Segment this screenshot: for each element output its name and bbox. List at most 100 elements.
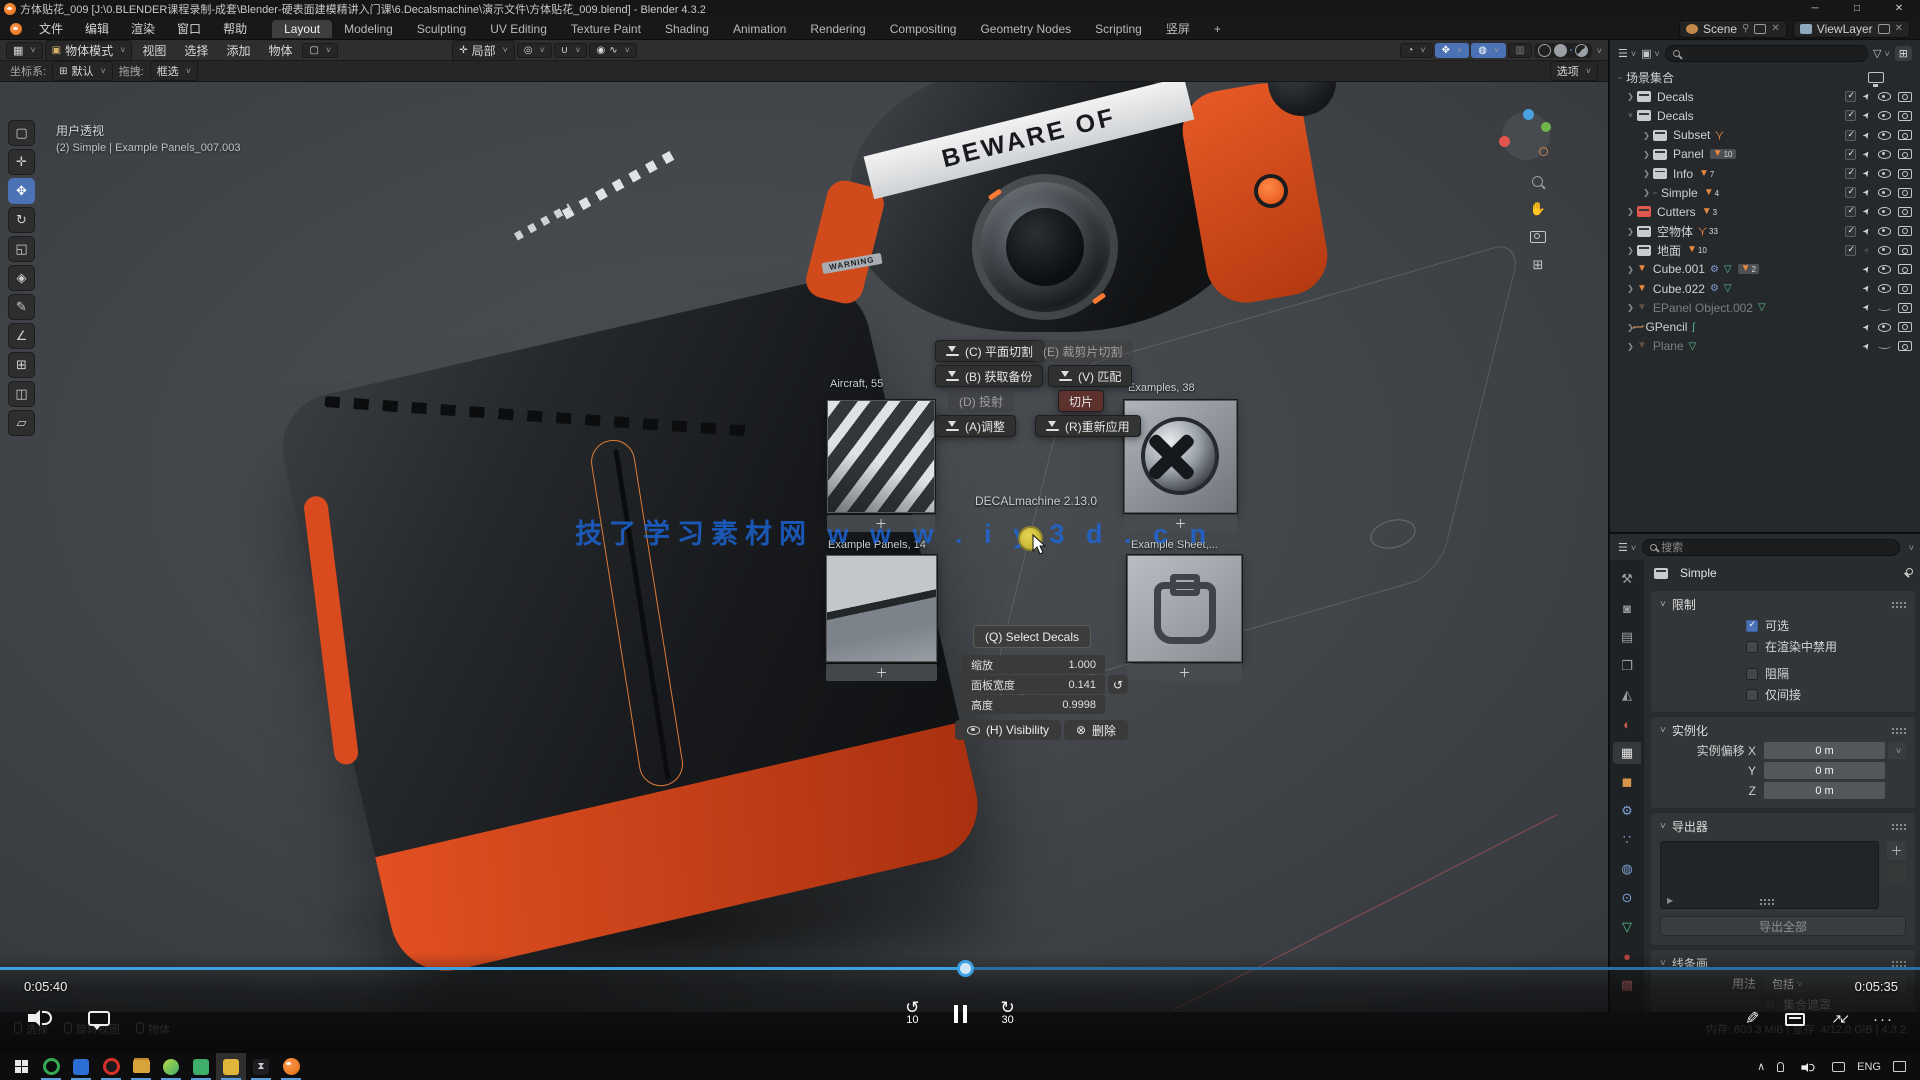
shading-material-preview-icon[interactable] xyxy=(1570,49,1572,51)
more-options-icon[interactable]: ··· xyxy=(1873,1011,1894,1028)
shading-rendered-icon[interactable] xyxy=(1575,44,1588,57)
tab-sculpting[interactable]: Sculpting xyxy=(405,20,478,38)
panel-header[interactable]: 实例化 xyxy=(1660,722,1906,739)
eye-icon[interactable] xyxy=(1878,207,1891,216)
tab-layout[interactable]: Layout xyxy=(272,20,332,38)
outliner-row-subset[interactable]: ❯ Subset 人 ➤ xyxy=(1610,126,1920,145)
shading-options-dropdown[interactable] xyxy=(1594,43,1602,57)
outliner-row-cube022[interactable]: ❯ ▼ Cube.022 ⚙ ▽ ➤ xyxy=(1610,279,1920,298)
selectable-icon[interactable]: ➤ xyxy=(1861,340,1874,352)
properties-options-dropdown[interactable] xyxy=(1906,538,1914,556)
network-icon[interactable] xyxy=(1893,1061,1906,1072)
camera-icon[interactable] xyxy=(1898,322,1912,332)
microphone-icon[interactable] xyxy=(1777,1062,1784,1072)
tab-vertical[interactable]: 竖屏 xyxy=(1154,18,1202,39)
tool-move[interactable]: ✥ xyxy=(8,178,35,204)
gizmo-y-axis[interactable] xyxy=(1541,122,1551,132)
camera-icon[interactable] xyxy=(1898,111,1912,121)
expander-icon[interactable]: ˅ xyxy=(1624,111,1637,120)
outliner-filter-button[interactable]: ▽ xyxy=(1873,47,1890,60)
tool-scale[interactable]: ◱ xyxy=(8,236,35,262)
outliner-editor-type-button[interactable]: ☰ xyxy=(1618,47,1636,60)
indirect-only-checkbox[interactable] xyxy=(1746,689,1758,701)
view-object-types-button[interactable]: ▢ xyxy=(302,43,338,58)
shading-wireframe-icon[interactable] xyxy=(1538,44,1551,57)
exporters-list[interactable]: ▶ xyxy=(1660,841,1879,909)
pie-item-match[interactable]: (V) 匹配 xyxy=(1048,365,1132,387)
checkbox-icon[interactable] xyxy=(1845,130,1856,141)
tab-geometry-nodes[interactable]: Geometry Nodes xyxy=(968,20,1083,38)
mode-selector[interactable]: ▣物体模式 xyxy=(45,40,133,61)
selectable-icon[interactable]: ➤ xyxy=(1861,302,1874,314)
decal-thumb-examples[interactable] xyxy=(1124,400,1237,513)
properties-search-input[interactable]: 搜索 xyxy=(1642,539,1900,556)
remove-exporter-button[interactable] xyxy=(1887,863,1906,882)
expander-icon[interactable]: ❯ xyxy=(1624,303,1637,312)
decal-thumb-panels[interactable] xyxy=(826,555,937,662)
tab-output[interactable]: ▤ xyxy=(1613,626,1641,648)
outliner-row-decals-2[interactable]: ˅ Decals ➤ xyxy=(1610,106,1920,125)
tab-texture-paint[interactable]: Texture Paint xyxy=(559,20,653,38)
pin-icon[interactable]: ⚲ xyxy=(1742,23,1749,34)
pin-icon[interactable] xyxy=(1902,568,1912,578)
tab-object[interactable]: ◼ xyxy=(1613,771,1641,793)
eye-icon[interactable] xyxy=(1878,188,1891,197)
expander-icon[interactable]: ❯ xyxy=(1624,207,1637,216)
selectable-icon[interactable]: ➤ xyxy=(1861,91,1874,103)
tray-display-icon[interactable] xyxy=(1832,1062,1845,1072)
gizmo-x-axis[interactable] xyxy=(1499,136,1510,147)
tab-tool[interactable]: ⚒ xyxy=(1613,568,1641,590)
tab-shading[interactable]: Shading xyxy=(653,20,721,38)
tab-physics[interactable]: ◍ xyxy=(1613,858,1641,880)
tab-object-data[interactable]: ▽ xyxy=(1613,916,1641,938)
eye-icon[interactable] xyxy=(1878,92,1891,101)
taskbar-app-blue[interactable] xyxy=(66,1053,96,1080)
camera-icon[interactable] xyxy=(1898,169,1912,179)
draw-pencil-icon[interactable]: ✎ xyxy=(1745,1009,1759,1029)
taskbar-app-green-2[interactable] xyxy=(186,1053,216,1080)
close-button[interactable]: ✕ xyxy=(1878,0,1920,18)
skip-forward-button[interactable]: ↻30 xyxy=(1001,1001,1015,1026)
disable-render-checkbox[interactable] xyxy=(1746,641,1758,653)
pie-item-adjust[interactable]: (A)调整 xyxy=(935,415,1016,437)
select-decals-button[interactable]: (Q) Select Decals xyxy=(973,625,1091,648)
selectable-icon[interactable]: ➤ xyxy=(1861,282,1874,294)
tool-transform[interactable]: ◈ xyxy=(8,265,35,291)
eye-icon[interactable] xyxy=(1878,246,1891,255)
visibility-button[interactable]: (H) Visibility xyxy=(955,720,1061,740)
monitor-icon[interactable] xyxy=(1868,72,1884,83)
checkbox-icon[interactable] xyxy=(1845,245,1856,256)
pause-button[interactable] xyxy=(954,1005,967,1023)
expander-icon[interactable]: ❯ xyxy=(1640,169,1653,178)
show-hide-dropdown[interactable]: ◔ xyxy=(1400,43,1432,58)
eye-closed-icon[interactable] xyxy=(1878,305,1891,311)
show-overlays-toggle[interactable]: ◍ xyxy=(1471,43,1506,58)
tab-uv-editing[interactable]: UV Editing xyxy=(478,20,559,38)
menu-window[interactable]: 窗口 xyxy=(166,20,212,37)
reset-icon[interactable]: ↺ xyxy=(1108,675,1128,694)
tab-animation[interactable]: Animation xyxy=(721,20,798,38)
eye-icon[interactable] xyxy=(1878,227,1891,236)
expander-icon[interactable]: ❯ xyxy=(1624,246,1637,255)
menu-add[interactable]: 添加 xyxy=(218,42,258,59)
expander-icon[interactable]: ❯ xyxy=(1624,227,1637,236)
tab-particles[interactable]: ∵ xyxy=(1613,829,1641,851)
remove-viewlayer-icon[interactable]: ✕ xyxy=(1895,23,1903,34)
checkbox-icon[interactable] xyxy=(1845,187,1856,198)
outliner-row-simple[interactable]: ❯ Simple ▼4 ➤ xyxy=(1610,183,1920,202)
tab-scripting[interactable]: Scripting xyxy=(1083,20,1154,38)
blender-logo-icon[interactable] xyxy=(10,23,22,35)
progress-knob[interactable] xyxy=(957,960,974,977)
panel-header[interactable]: 限制 xyxy=(1660,596,1906,613)
drag-dropdown[interactable]: 框选 xyxy=(150,61,198,81)
taskbar-app-recorder[interactable] xyxy=(96,1053,126,1080)
tray-expand-icon[interactable]: ∧ xyxy=(1757,1060,1765,1073)
scale-field[interactable]: 缩放1.000 xyxy=(962,655,1105,674)
selectable-icon[interactable]: ➤ xyxy=(1861,244,1874,256)
outliner-display-mode-button[interactable]: ▣ xyxy=(1641,47,1660,60)
tool-extra-1[interactable]: ◫ xyxy=(8,381,35,407)
selectable-icon[interactable]: ➤ xyxy=(1861,167,1874,179)
outliner-row-panel[interactable]: ❯ Panel ▼10 ➤ xyxy=(1610,145,1920,164)
new-viewlayer-icon[interactable] xyxy=(1878,24,1890,34)
shading-solid-icon[interactable] xyxy=(1554,44,1567,57)
